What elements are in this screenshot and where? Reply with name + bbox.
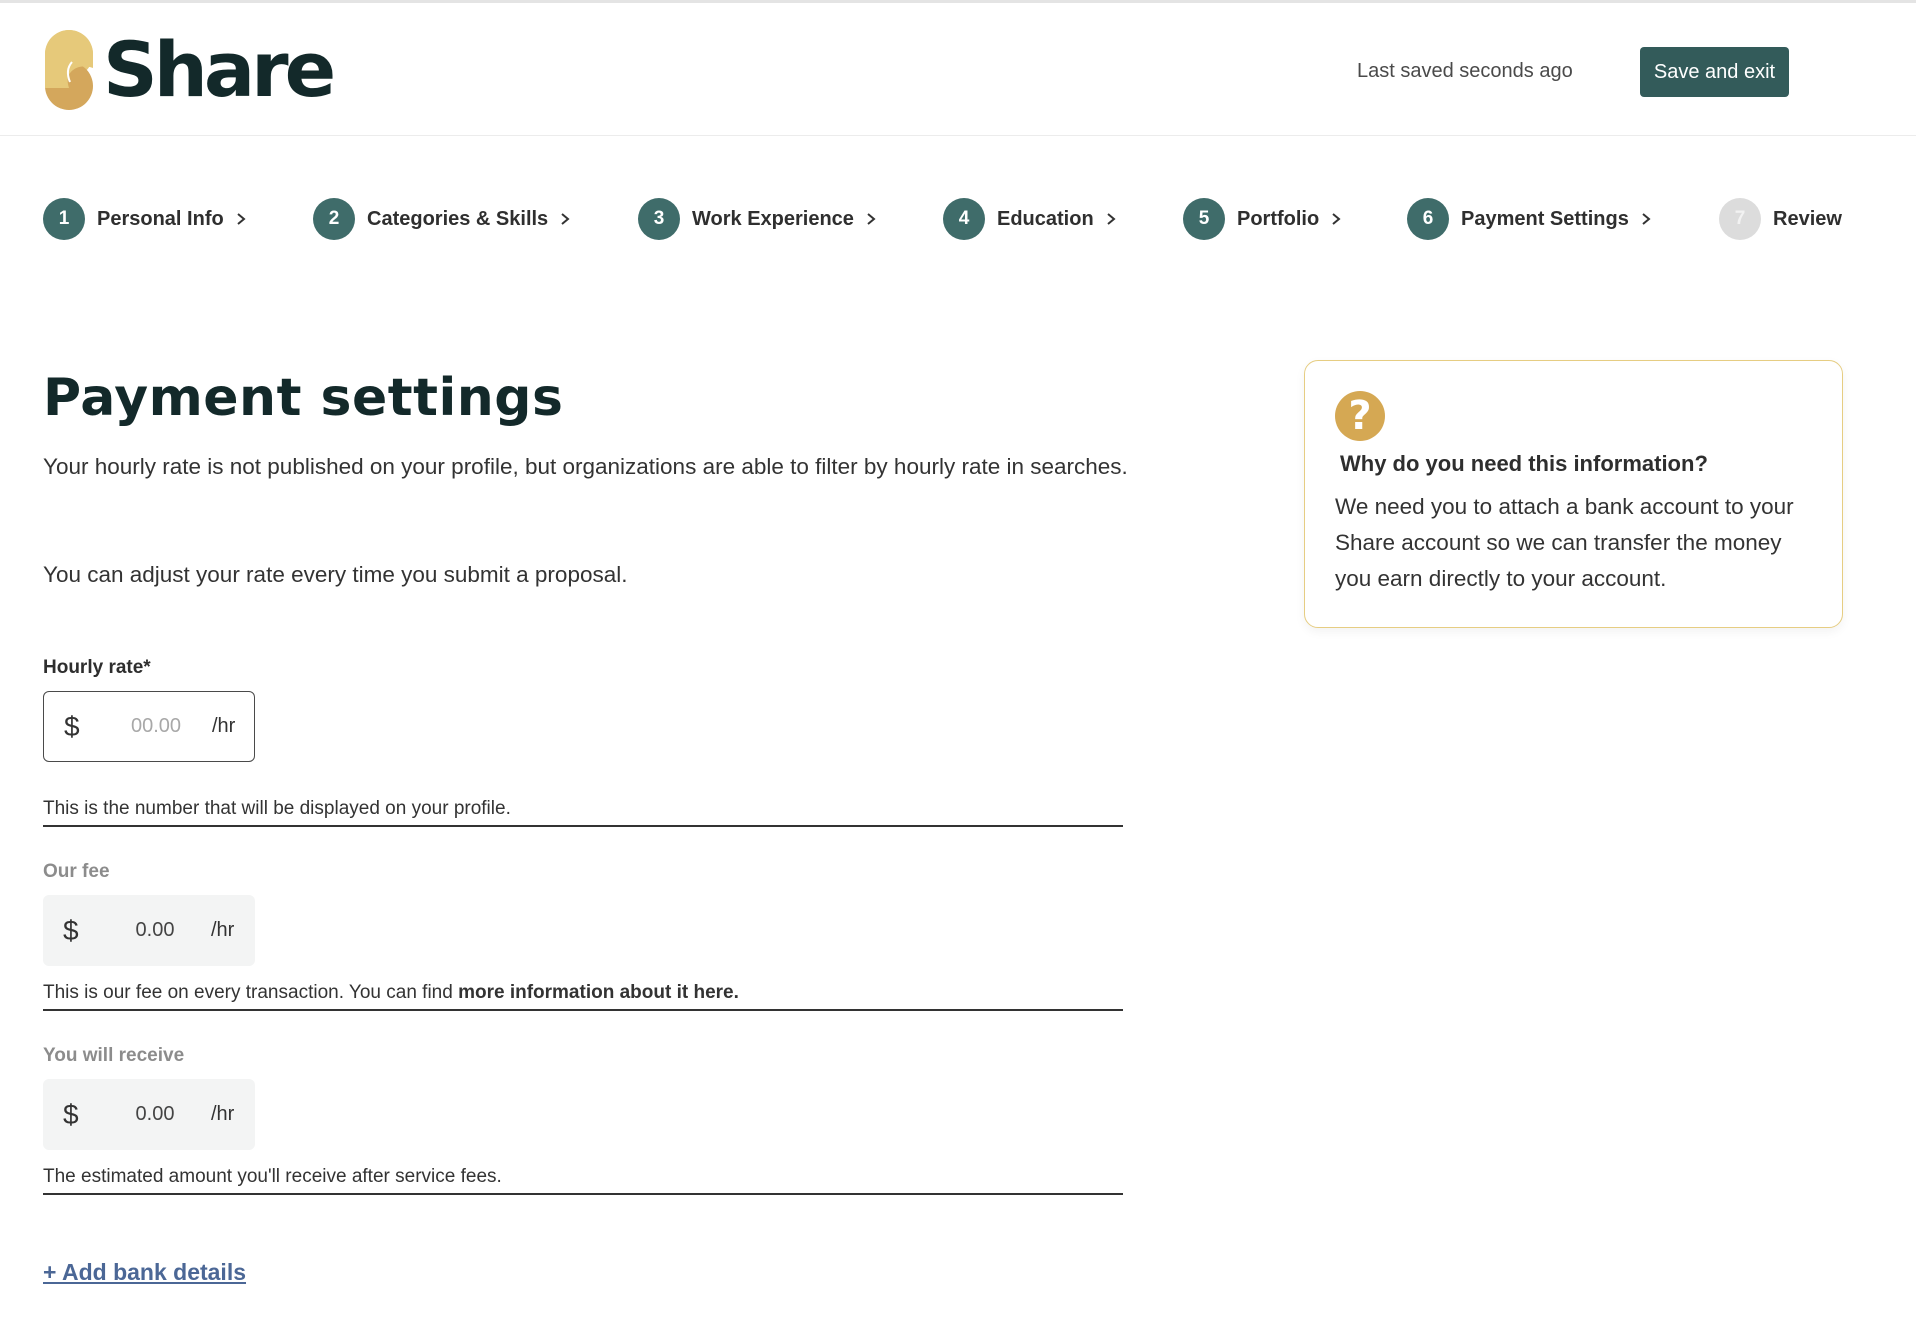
info-box-body: We need you to attach a bank account to …	[1335, 494, 1794, 591]
divider	[43, 825, 1123, 827]
adjust-rate-description: You can adjust your rate every time you …	[43, 562, 628, 587]
step-label: Portfolio	[1237, 207, 1320, 230]
step-number-badge: 2	[313, 198, 355, 240]
hourly-rate-input[interactable]	[116, 715, 196, 738]
share-logo[interactable]: Share	[43, 25, 336, 114]
our-fee-value: 0.00	[135, 919, 175, 941]
per-hour-unit: /hr	[212, 715, 236, 737]
info-box-title: Why do you need this information?	[1340, 451, 1708, 476]
our-fee-field: $ 0.00 /hr	[43, 895, 255, 966]
chevron-right-icon	[1107, 213, 1116, 225]
hourly-rate-helper: This is the number that will be displaye…	[43, 798, 511, 819]
per-hour-unit: /hr	[211, 1103, 235, 1125]
step-number-badge: 1	[43, 198, 85, 240]
progress-stepper: 1 Personal Info 2 Categories & Skills 3 …	[0, 198, 1916, 242]
page-title: Payment settings	[43, 368, 564, 428]
step-number-badge: 7	[1719, 198, 1761, 240]
step-work-experience[interactable]: 3 Work Experience	[638, 198, 878, 240]
step-label: Education	[997, 207, 1094, 230]
step-number-badge: 4	[943, 198, 985, 240]
step-review[interactable]: 7 Review	[1719, 198, 1842, 240]
per-hour-unit: /hr	[211, 919, 235, 941]
step-number-badge: 5	[1183, 198, 1225, 240]
chevron-right-icon	[867, 213, 876, 225]
step-personal-info[interactable]: 1 Personal Info	[43, 198, 248, 240]
chevron-right-icon	[1642, 213, 1651, 225]
dollar-sign-icon: $	[64, 710, 80, 742]
fee-info-link[interactable]: more information about it here.	[458, 982, 739, 1003]
hourly-rate-label: Hourly rate*	[43, 657, 151, 678]
question-mark-icon: ?	[1335, 391, 1385, 441]
step-education[interactable]: 4 Education	[943, 198, 1118, 240]
divider	[43, 1193, 1123, 1195]
step-label: Work Experience	[692, 207, 854, 230]
you-will-receive-label: You will receive	[43, 1045, 185, 1066]
divider	[43, 1009, 1123, 1011]
logo-wordmark: Share	[103, 25, 336, 114]
step-number-badge: 6	[1407, 198, 1449, 240]
hourly-rate-field[interactable]: $ /hr	[43, 691, 255, 762]
step-label: Review	[1773, 207, 1842, 230]
chevron-right-icon	[561, 213, 570, 225]
step-categories-skills[interactable]: 2 Categories & Skills	[313, 198, 572, 240]
save-and-exit-button[interactable]: Save and exit	[1640, 47, 1789, 97]
last-saved-status: Last saved seconds ago	[1357, 60, 1573, 82]
chevron-right-icon	[1332, 213, 1341, 225]
dollar-sign-icon: $	[63, 1098, 79, 1130]
chevron-right-icon	[237, 213, 246, 225]
header: Share Last saved seconds ago Save and ex…	[0, 3, 1916, 136]
step-portfolio[interactable]: 5 Portfolio	[1183, 198, 1343, 240]
our-fee-label: Our fee	[43, 861, 110, 882]
you-will-receive-field: $ 0.00 /hr	[43, 1079, 255, 1150]
step-payment-settings[interactable]: 6 Payment Settings	[1407, 198, 1653, 240]
our-fee-helper-text: This is our fee on every transaction. Yo…	[43, 982, 459, 1003]
dollar-sign-icon: $	[63, 914, 79, 946]
add-bank-details-link[interactable]: + Add bank details	[43, 1259, 246, 1286]
step-label: Payment Settings	[1461, 207, 1629, 230]
you-will-receive-value: 0.00	[135, 1103, 175, 1125]
info-box: ? Why do you need this information? We n…	[1304, 360, 1843, 628]
step-label: Personal Info	[97, 207, 224, 230]
our-fee-helper: This is our fee on every transaction. Yo…	[43, 982, 739, 1004]
step-label: Categories & Skills	[367, 207, 549, 230]
logo-mark-icon	[45, 30, 93, 110]
hourly-rate-description: Your hourly rate is not published on you…	[43, 454, 1128, 479]
you-will-receive-helper: The estimated amount you'll receive afte…	[43, 1166, 502, 1187]
step-number-badge: 3	[638, 198, 680, 240]
